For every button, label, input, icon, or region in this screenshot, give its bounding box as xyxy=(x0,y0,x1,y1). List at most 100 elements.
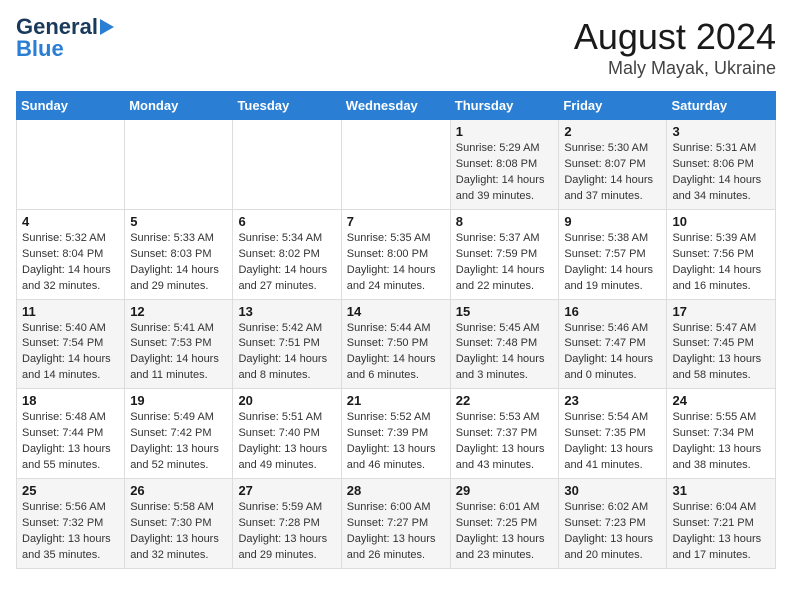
logo-text-blue: Blue xyxy=(16,38,64,60)
day-info: Sunrise: 5:48 AM Sunset: 7:44 PM Dayligh… xyxy=(22,410,119,474)
day-number: 28 xyxy=(347,483,445,498)
calendar-cell: 26Sunrise: 5:58 AM Sunset: 7:30 PM Dayli… xyxy=(125,479,233,569)
calendar-header: SundayMondayTuesdayWednesdayThursdayFrid… xyxy=(17,92,776,120)
day-info: Sunrise: 5:40 AM Sunset: 7:54 PM Dayligh… xyxy=(22,321,119,385)
day-info: Sunrise: 5:47 AM Sunset: 7:45 PM Dayligh… xyxy=(672,321,770,385)
day-number: 12 xyxy=(130,304,227,319)
calendar-cell: 25 Sunrise: 5:56 AM Sunset: 7:32 PM Dayli… xyxy=(17,479,125,569)
day-number: 31 xyxy=(672,483,770,498)
day-info: Sunrise: 5:34 AM Sunset: 8:02 PM Dayligh… xyxy=(238,231,335,295)
day-info: Sunrise: 5:55 AM Sunset: 7:34 PM Dayligh… xyxy=(672,410,770,474)
day-info: Sunrise: 5:51 AM Sunset: 7:40 PM Dayligh… xyxy=(238,410,335,474)
day-number: 4 xyxy=(22,214,119,229)
day-info: Sunrise: 5:33 AM Sunset: 8:03 PM Dayligh… xyxy=(130,231,227,295)
day-number: 20 xyxy=(238,393,335,408)
weekday-header-tuesday: Tuesday xyxy=(233,92,341,120)
day-number: 5 xyxy=(130,214,227,229)
day-number: 18 xyxy=(22,393,119,408)
day-number: 14 xyxy=(347,304,445,319)
day-info: Sunrise: 5:30 AM Sunset: 8:07 PM Dayligh… xyxy=(564,141,661,205)
calendar-cell: 14 Sunrise: 5:44 AM Sunset: 7:50 PM Dayli… xyxy=(341,299,450,389)
calendar-cell: 28 Sunrise: 6:00 AM Sunset: 7:27 PM Dayli… xyxy=(341,479,450,569)
calendar-cell: 17 Sunrise: 5:47 AM Sunset: 7:45 PM Dayli… xyxy=(667,299,776,389)
calendar-cell: 18 Sunrise: 5:48 AM Sunset: 7:44 PM Dayli… xyxy=(17,389,125,479)
calendar-cell: 15Sunrise: 5:45 AM Sunset: 7:48 PM Dayli… xyxy=(450,299,559,389)
calendar-cell: 23 Sunrise: 5:54 AM Sunset: 7:35 PM Dayli… xyxy=(559,389,667,479)
calendar-week-row: 18 Sunrise: 5:48 AM Sunset: 7:44 PM Dayli… xyxy=(17,389,776,479)
day-info: Sunrise: 5:35 AM Sunset: 8:00 PM Dayligh… xyxy=(347,231,445,295)
day-info: Sunrise: 5:54 AM Sunset: 7:35 PM Dayligh… xyxy=(564,410,661,474)
calendar-cell: 19 Sunrise: 5:49 AM Sunset: 7:42 PM Dayli… xyxy=(125,389,233,479)
calendar-location: Maly Mayak, Ukraine xyxy=(574,58,776,79)
calendar-cell: 24Sunrise: 5:55 AM Sunset: 7:34 PM Dayli… xyxy=(667,389,776,479)
weekday-header-friday: Friday xyxy=(559,92,667,120)
logo-text-general: General xyxy=(16,16,98,38)
calendar-table: SundayMondayTuesdayWednesdayThursdayFrid… xyxy=(16,91,776,569)
calendar-cell xyxy=(17,120,125,210)
day-info: Sunrise: 5:58 AM Sunset: 7:30 PM Dayligh… xyxy=(130,500,227,564)
day-info: Sunrise: 5:45 AM Sunset: 7:48 PM Dayligh… xyxy=(456,321,554,385)
calendar-cell: 3 Sunrise: 5:31 AM Sunset: 8:06 PM Daylig… xyxy=(667,120,776,210)
calendar-cell: 13 Sunrise: 5:42 AM Sunset: 7:51 PM Dayli… xyxy=(233,299,341,389)
weekday-header-sunday: Sunday xyxy=(17,92,125,120)
day-info: Sunrise: 5:52 AM Sunset: 7:39 PM Dayligh… xyxy=(347,410,445,474)
day-info: Sunrise: 5:49 AM Sunset: 7:42 PM Dayligh… xyxy=(130,410,227,474)
day-info: Sunrise: 5:42 AM Sunset: 7:51 PM Dayligh… xyxy=(238,321,335,385)
day-info: Sunrise: 6:00 AM Sunset: 7:27 PM Dayligh… xyxy=(347,500,445,564)
calendar-cell xyxy=(125,120,233,210)
calendar-cell: 1 Sunrise: 5:29 AM Sunset: 8:08 PM Daylig… xyxy=(450,120,559,210)
day-number: 29 xyxy=(456,483,554,498)
calendar-cell: 7Sunrise: 5:35 AM Sunset: 8:00 PM Daylig… xyxy=(341,209,450,299)
day-info: Sunrise: 5:29 AM Sunset: 8:08 PM Dayligh… xyxy=(456,141,554,205)
calendar-cell xyxy=(233,120,341,210)
day-info: Sunrise: 5:44 AM Sunset: 7:50 PM Dayligh… xyxy=(347,321,445,385)
day-number: 1 xyxy=(456,124,554,139)
day-info: Sunrise: 5:59 AM Sunset: 7:28 PM Dayligh… xyxy=(238,500,335,564)
calendar-cell: 5 Sunrise: 5:33 AM Sunset: 8:03 PM Daylig… xyxy=(125,209,233,299)
day-number: 23 xyxy=(564,393,661,408)
calendar-cell: 31Sunrise: 6:04 AM Sunset: 7:21 PM Dayli… xyxy=(667,479,776,569)
day-number: 16 xyxy=(564,304,661,319)
calendar-cell: 6 Sunrise: 5:34 AM Sunset: 8:02 PM Daylig… xyxy=(233,209,341,299)
weekday-header-wednesday: Wednesday xyxy=(341,92,450,120)
day-number: 17 xyxy=(672,304,770,319)
day-number: 30 xyxy=(564,483,661,498)
day-info: Sunrise: 5:41 AM Sunset: 7:53 PM Dayligh… xyxy=(130,321,227,385)
day-number: 22 xyxy=(456,393,554,408)
calendar-cell: 4 Sunrise: 5:32 AM Sunset: 8:04 PM Daylig… xyxy=(17,209,125,299)
day-number: 25 xyxy=(22,483,119,498)
day-info: Sunrise: 5:37 AM Sunset: 7:59 PM Dayligh… xyxy=(456,231,554,295)
logo-arrow-icon xyxy=(100,19,114,35)
calendar-cell: 16Sunrise: 5:46 AM Sunset: 7:47 PM Dayli… xyxy=(559,299,667,389)
calendar-week-row: 1 Sunrise: 5:29 AM Sunset: 8:08 PM Daylig… xyxy=(17,120,776,210)
day-number: 27 xyxy=(238,483,335,498)
page-header: General Blue August 2024 Maly Mayak, Ukr… xyxy=(16,16,776,79)
calendar-cell: 2Sunrise: 5:30 AM Sunset: 8:07 PM Daylig… xyxy=(559,120,667,210)
day-number: 21 xyxy=(347,393,445,408)
calendar-month-year: August 2024 xyxy=(574,16,776,58)
calendar-week-row: 4 Sunrise: 5:32 AM Sunset: 8:04 PM Daylig… xyxy=(17,209,776,299)
day-number: 6 xyxy=(238,214,335,229)
calendar-cell: 30 Sunrise: 6:02 AM Sunset: 7:23 PM Dayli… xyxy=(559,479,667,569)
day-number: 3 xyxy=(672,124,770,139)
day-info: Sunrise: 5:39 AM Sunset: 7:56 PM Dayligh… xyxy=(672,231,770,295)
calendar-cell: 27 Sunrise: 5:59 AM Sunset: 7:28 PM Dayli… xyxy=(233,479,341,569)
weekday-header-row: SundayMondayTuesdayWednesdayThursdayFrid… xyxy=(17,92,776,120)
calendar-title-block: August 2024 Maly Mayak, Ukraine xyxy=(574,16,776,79)
day-info: Sunrise: 5:53 AM Sunset: 7:37 PM Dayligh… xyxy=(456,410,554,474)
logo: General Blue xyxy=(16,16,114,60)
day-info: Sunrise: 6:02 AM Sunset: 7:23 PM Dayligh… xyxy=(564,500,661,564)
calendar-week-row: 11Sunrise: 5:40 AM Sunset: 7:54 PM Dayli… xyxy=(17,299,776,389)
calendar-cell: 8Sunrise: 5:37 AM Sunset: 7:59 PM Daylig… xyxy=(450,209,559,299)
calendar-cell: 9Sunrise: 5:38 AM Sunset: 7:57 PM Daylig… xyxy=(559,209,667,299)
day-info: Sunrise: 5:32 AM Sunset: 8:04 PM Dayligh… xyxy=(22,231,119,295)
calendar-cell: 22 Sunrise: 5:53 AM Sunset: 7:37 PM Dayli… xyxy=(450,389,559,479)
calendar-cell: 21 Sunrise: 5:52 AM Sunset: 7:39 PM Dayli… xyxy=(341,389,450,479)
day-info: Sunrise: 5:31 AM Sunset: 8:06 PM Dayligh… xyxy=(672,141,770,205)
day-number: 19 xyxy=(130,393,227,408)
calendar-cell: 10Sunrise: 5:39 AM Sunset: 7:56 PM Dayli… xyxy=(667,209,776,299)
day-info: Sunrise: 5:38 AM Sunset: 7:57 PM Dayligh… xyxy=(564,231,661,295)
day-number: 13 xyxy=(238,304,335,319)
calendar-week-row: 25 Sunrise: 5:56 AM Sunset: 7:32 PM Dayli… xyxy=(17,479,776,569)
day-info: Sunrise: 5:56 AM Sunset: 7:32 PM Dayligh… xyxy=(22,500,119,564)
